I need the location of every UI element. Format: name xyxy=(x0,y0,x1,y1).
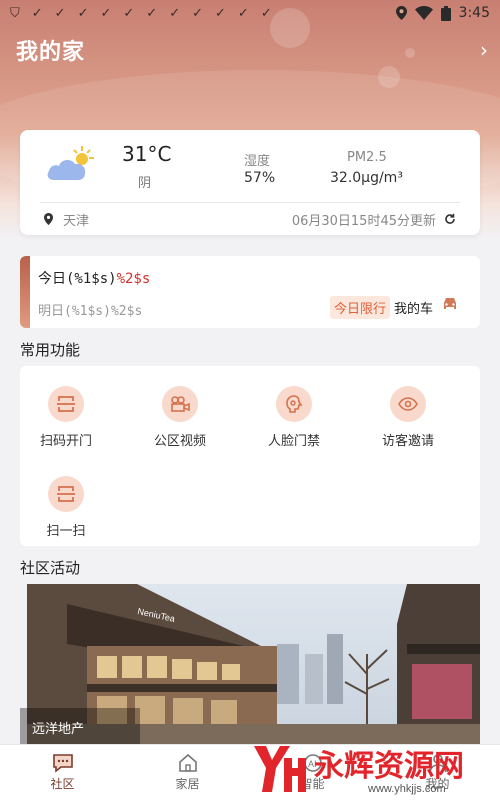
scan-icon xyxy=(48,476,84,512)
restriction-badge: 今日限行 xyxy=(330,296,391,319)
banner-caption: 远洋地产 xyxy=(20,708,140,744)
location-name: 天津 xyxy=(63,213,90,229)
accent-bar xyxy=(20,256,30,328)
visitor-invite-button[interactable]: 访客邀请 xyxy=(363,386,453,449)
divider xyxy=(40,202,460,203)
check-icon: ✓ xyxy=(215,5,226,21)
section-title-functions: 常用功能 xyxy=(20,341,81,359)
scan-open-door-button[interactable]: 扫码开门 xyxy=(21,386,111,449)
scan-icon xyxy=(48,386,84,422)
face-access-button[interactable]: 人脸门禁 xyxy=(249,386,339,449)
section-title-community: 社区活动 xyxy=(20,559,81,577)
check-icon: ✓ xyxy=(31,5,43,21)
face-id-icon xyxy=(276,386,312,422)
nav-tab-community[interactable]: 社区 xyxy=(0,745,125,800)
clock: 3:45 xyxy=(458,5,490,21)
location-icon xyxy=(395,6,407,20)
chat-bubble-icon xyxy=(52,754,73,773)
check-icon: ✓ xyxy=(123,5,135,21)
notification-icons: ⛉ ✓ ✓ ✓ ✓ ✓ ✓ ✓ ✓ ✓ ✓ ✓ xyxy=(10,6,272,21)
watermark-logo: 永辉资源网 www.yhkjjs.com xyxy=(254,746,464,795)
temperature: 31°C xyxy=(122,142,172,166)
update-time: 06月30日15时45分更新 xyxy=(291,213,436,229)
battery-icon xyxy=(440,5,451,21)
watermark-text: 永辉资源网 xyxy=(314,749,464,784)
traffic-restriction-card[interactable]: 今日(%1$s)%2$s 明日(%1$s)%2$s 今日限行 我的车 xyxy=(20,256,480,328)
check-icon: ✓ xyxy=(146,5,158,21)
check-icon: ✓ xyxy=(77,5,89,21)
check-icon: ✓ xyxy=(237,5,249,21)
weather-description: 阴 xyxy=(138,176,152,191)
humidity-label: 湿度 xyxy=(244,154,271,169)
scan-button[interactable]: 扫一扫 xyxy=(21,476,111,539)
car-icon[interactable] xyxy=(442,297,458,311)
nav-tab-home[interactable]: 家居 xyxy=(125,745,250,800)
check-icon: ✓ xyxy=(169,5,181,21)
pm25-label: PM2.5 xyxy=(347,150,387,165)
cloudy-sun-icon xyxy=(47,146,94,180)
humidity-value: 57% xyxy=(244,170,276,186)
eye-icon xyxy=(390,386,426,422)
watermark-url: www.yhkjjs.com xyxy=(367,783,446,795)
check-icon: ✓ xyxy=(100,5,112,21)
check-icon: ✓ xyxy=(260,5,272,21)
shield-icon: ⛉ xyxy=(10,5,20,21)
my-car-link[interactable]: 我的车 xyxy=(394,298,433,317)
check-icon: ✓ xyxy=(192,5,204,21)
wifi-icon xyxy=(414,6,433,20)
today-restriction: 今日(%1$s)%2$s xyxy=(38,271,151,287)
tomorrow-restriction: 明日(%1$s)%2$s xyxy=(38,304,143,319)
functions-card: 扫码开门 公区视频 人脸门禁 访客邀请 扫一扫 xyxy=(20,366,480,546)
house-icon xyxy=(178,753,197,772)
chevron-right-icon[interactable]: › xyxy=(480,38,488,62)
weather-card[interactable]: 31°C 阴 湿度 57% PM2.5 32.0μg/m³ 天津 06月30日1… xyxy=(20,130,480,235)
page-title[interactable]: 我的家 xyxy=(16,34,85,66)
public-video-button[interactable]: 公区视频 xyxy=(135,386,225,449)
pm25-value: 32.0μg/m³ xyxy=(330,170,403,186)
status-bar: ⛉ ✓ ✓ ✓ ✓ ✓ ✓ ✓ ✓ ✓ ✓ ✓ 3:45 xyxy=(0,0,500,26)
check-icon: ✓ xyxy=(54,5,66,21)
refresh-icon[interactable] xyxy=(444,213,456,225)
location-pin-icon xyxy=(44,213,53,225)
camera-icon xyxy=(162,386,198,422)
